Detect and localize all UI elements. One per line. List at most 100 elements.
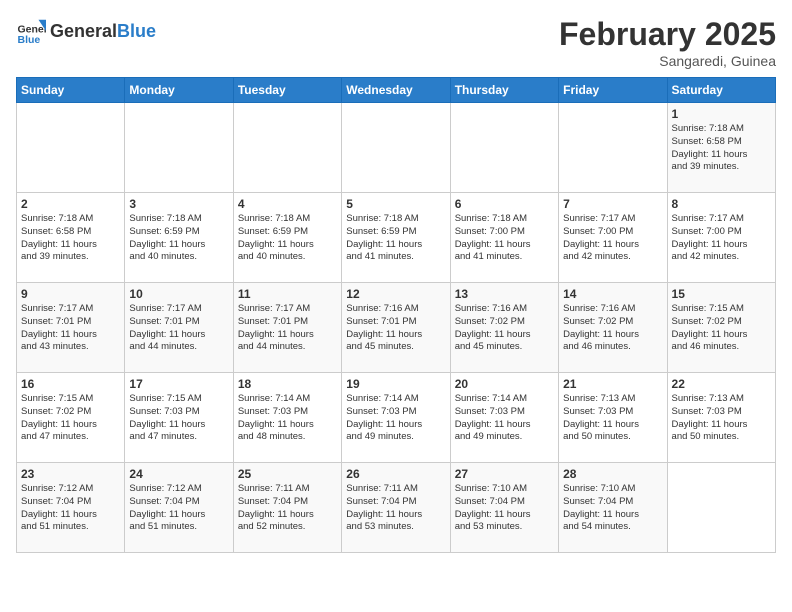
day-info: Sunrise: 7:18 AM Sunset: 6:58 PM Dayligh… (672, 123, 771, 174)
day-number: 6 (455, 197, 554, 211)
day-number: 11 (238, 287, 337, 301)
day-info: Sunrise: 7:16 AM Sunset: 7:02 PM Dayligh… (563, 303, 662, 354)
table-row: 4Sunrise: 7:18 AM Sunset: 6:59 PM Daylig… (233, 193, 341, 283)
day-number: 7 (563, 197, 662, 211)
day-number: 12 (346, 287, 445, 301)
table-row: 6 Sunrise: 7:18 AM Sunset: 7:00 PM Daylig… (450, 193, 558, 283)
table-row: 13 Sunrise: 7:16 AM Sunset: 7:02 PM Dayli… (450, 283, 558, 373)
day-info: Sunrise: 7:10 AM Sunset: 7:04 PM Dayligh… (455, 483, 554, 534)
day-number: 1 (672, 107, 771, 121)
table-row (125, 103, 233, 193)
day-info: Sunrise: 7:11 AM Sunset: 7:04 PM Dayligh… (346, 483, 445, 534)
col-sunday: Sunday (17, 78, 125, 103)
day-info: Sunrise: 7:13 AM Sunset: 7:03 PM Dayligh… (672, 393, 771, 444)
table-row: 19 Sunrise: 7:14 AM Sunset: 7:03 PM Dayli… (342, 373, 450, 463)
day-number: 15 (672, 287, 771, 301)
day-number: 18 (238, 377, 337, 391)
day-info: Sunrise: 7:18 AM Sunset: 7:00 PM Dayligh… (455, 213, 554, 264)
day-number: 10 (129, 287, 228, 301)
day-number: 22 (672, 377, 771, 391)
table-row: 10Sunrise: 7:17 AM Sunset: 7:01 PM Dayli… (125, 283, 233, 373)
day-info: Sunrise: 7:18 AM Sunset: 6:59 PM Dayligh… (346, 213, 445, 264)
table-row: 9 Sunrise: 7:17 AM Sunset: 7:01 PM Daylig… (17, 283, 125, 373)
calendar-week-row: 2 Sunrise: 7:18 AM Sunset: 6:58 PM Daylig… (17, 193, 776, 283)
day-info: Sunrise: 7:14 AM Sunset: 7:03 PM Dayligh… (238, 393, 337, 444)
logo-general-text: General (50, 21, 117, 42)
month-title: February 2025 (559, 16, 776, 53)
day-number: 9 (21, 287, 120, 301)
col-wednesday: Wednesday (342, 78, 450, 103)
day-info: Sunrise: 7:18 AM Sunset: 6:59 PM Dayligh… (129, 213, 228, 264)
calendar-week-row: 1 Sunrise: 7:18 AM Sunset: 6:58 PM Daylig… (17, 103, 776, 193)
day-number: 23 (21, 467, 120, 481)
day-number: 16 (21, 377, 120, 391)
table-row: 18 Sunrise: 7:14 AM Sunset: 7:03 PM Dayli… (233, 373, 341, 463)
day-info: Sunrise: 7:16 AM Sunset: 7:02 PM Dayligh… (455, 303, 554, 354)
col-thursday: Thursday (450, 78, 558, 103)
table-row: 15 Sunrise: 7:15 AM Sunset: 7:02 PM Dayli… (667, 283, 775, 373)
table-row: 20Sunrise: 7:14 AM Sunset: 7:03 PM Dayli… (450, 373, 558, 463)
logo-icon: General Blue (16, 16, 46, 46)
calendar-week-row: 23 Sunrise: 7:12 AM Sunset: 7:04 PM Dayli… (17, 463, 776, 553)
day-info: Sunrise: 7:14 AM Sunset: 7:03 PM Dayligh… (346, 393, 445, 444)
day-info: Sunrise: 7:17 AM Sunset: 7:00 PM Dayligh… (672, 213, 771, 264)
table-row: 17 Sunrise: 7:15 AM Sunset: 7:03 PM Dayli… (125, 373, 233, 463)
table-row: 25 Sunrise: 7:11 AM Sunset: 7:04 PM Dayli… (233, 463, 341, 553)
page-header: General Blue General Blue February 2025 … (16, 16, 776, 69)
day-number: 5 (346, 197, 445, 211)
table-row (559, 103, 667, 193)
day-number: 26 (346, 467, 445, 481)
day-number: 19 (346, 377, 445, 391)
subtitle: Sangaredi, Guinea (559, 53, 776, 69)
day-number: 8 (672, 197, 771, 211)
table-row: 28 Sunrise: 7:10 AM Sunset: 7:04 PM Dayli… (559, 463, 667, 553)
logo-blue-text: Blue (117, 21, 156, 42)
col-friday: Friday (559, 78, 667, 103)
day-info: Sunrise: 7:18 AM Sunset: 6:59 PM Dayligh… (238, 213, 337, 264)
day-info: Sunrise: 7:14 AM Sunset: 7:03 PM Dayligh… (455, 393, 554, 444)
day-info: Sunrise: 7:15 AM Sunset: 7:02 PM Dayligh… (21, 393, 120, 444)
table-row (450, 103, 558, 193)
table-row (233, 103, 341, 193)
table-row: 11Sunrise: 7:17 AM Sunset: 7:01 PM Dayli… (233, 283, 341, 373)
day-number: 27 (455, 467, 554, 481)
table-row: 7 Sunrise: 7:17 AM Sunset: 7:00 PM Daylig… (559, 193, 667, 283)
day-info: Sunrise: 7:12 AM Sunset: 7:04 PM Dayligh… (21, 483, 120, 534)
day-number: 24 (129, 467, 228, 481)
day-info: Sunrise: 7:18 AM Sunset: 6:58 PM Dayligh… (21, 213, 120, 264)
table-row: 12 Sunrise: 7:16 AM Sunset: 7:01 PM Dayli… (342, 283, 450, 373)
table-row: 22 Sunrise: 7:13 AM Sunset: 7:03 PM Dayli… (667, 373, 775, 463)
day-number: 25 (238, 467, 337, 481)
svg-text:Blue: Blue (18, 34, 41, 46)
day-number: 2 (21, 197, 120, 211)
day-info: Sunrise: 7:16 AM Sunset: 7:01 PM Dayligh… (346, 303, 445, 354)
table-row: 1 Sunrise: 7:18 AM Sunset: 6:58 PM Daylig… (667, 103, 775, 193)
table-row: 8 Sunrise: 7:17 AM Sunset: 7:00 PM Daylig… (667, 193, 775, 283)
table-row: 24 Sunrise: 7:12 AM Sunset: 7:04 PM Dayli… (125, 463, 233, 553)
calendar-week-row: 16 Sunrise: 7:15 AM Sunset: 7:02 PM Dayli… (17, 373, 776, 463)
day-info: Sunrise: 7:12 AM Sunset: 7:04 PM Dayligh… (129, 483, 228, 534)
col-tuesday: Tuesday (233, 78, 341, 103)
table-row (17, 103, 125, 193)
day-number: 17 (129, 377, 228, 391)
day-info: Sunrise: 7:11 AM Sunset: 7:04 PM Dayligh… (238, 483, 337, 534)
col-monday: Monday (125, 78, 233, 103)
table-row: 21Sunrise: 7:13 AM Sunset: 7:03 PM Dayli… (559, 373, 667, 463)
day-info: Sunrise: 7:15 AM Sunset: 7:03 PM Dayligh… (129, 393, 228, 444)
day-number: 14 (563, 287, 662, 301)
day-info: Sunrise: 7:15 AM Sunset: 7:02 PM Dayligh… (672, 303, 771, 354)
day-info: Sunrise: 7:10 AM Sunset: 7:04 PM Dayligh… (563, 483, 662, 534)
day-info: Sunrise: 7:17 AM Sunset: 7:00 PM Dayligh… (563, 213, 662, 264)
table-row (342, 103, 450, 193)
day-number: 13 (455, 287, 554, 301)
day-info: Sunrise: 7:17 AM Sunset: 7:01 PM Dayligh… (21, 303, 120, 354)
title-block: February 2025 Sangaredi, Guinea (559, 16, 776, 69)
table-row: 23 Sunrise: 7:12 AM Sunset: 7:04 PM Dayli… (17, 463, 125, 553)
table-row (667, 463, 775, 553)
table-row: 14 Sunrise: 7:16 AM Sunset: 7:02 PM Dayli… (559, 283, 667, 373)
calendar-week-row: 9 Sunrise: 7:17 AM Sunset: 7:01 PM Daylig… (17, 283, 776, 373)
table-row: 5 Sunrise: 7:18 AM Sunset: 6:59 PM Daylig… (342, 193, 450, 283)
day-number: 28 (563, 467, 662, 481)
table-row: 16 Sunrise: 7:15 AM Sunset: 7:02 PM Dayli… (17, 373, 125, 463)
col-saturday: Saturday (667, 78, 775, 103)
